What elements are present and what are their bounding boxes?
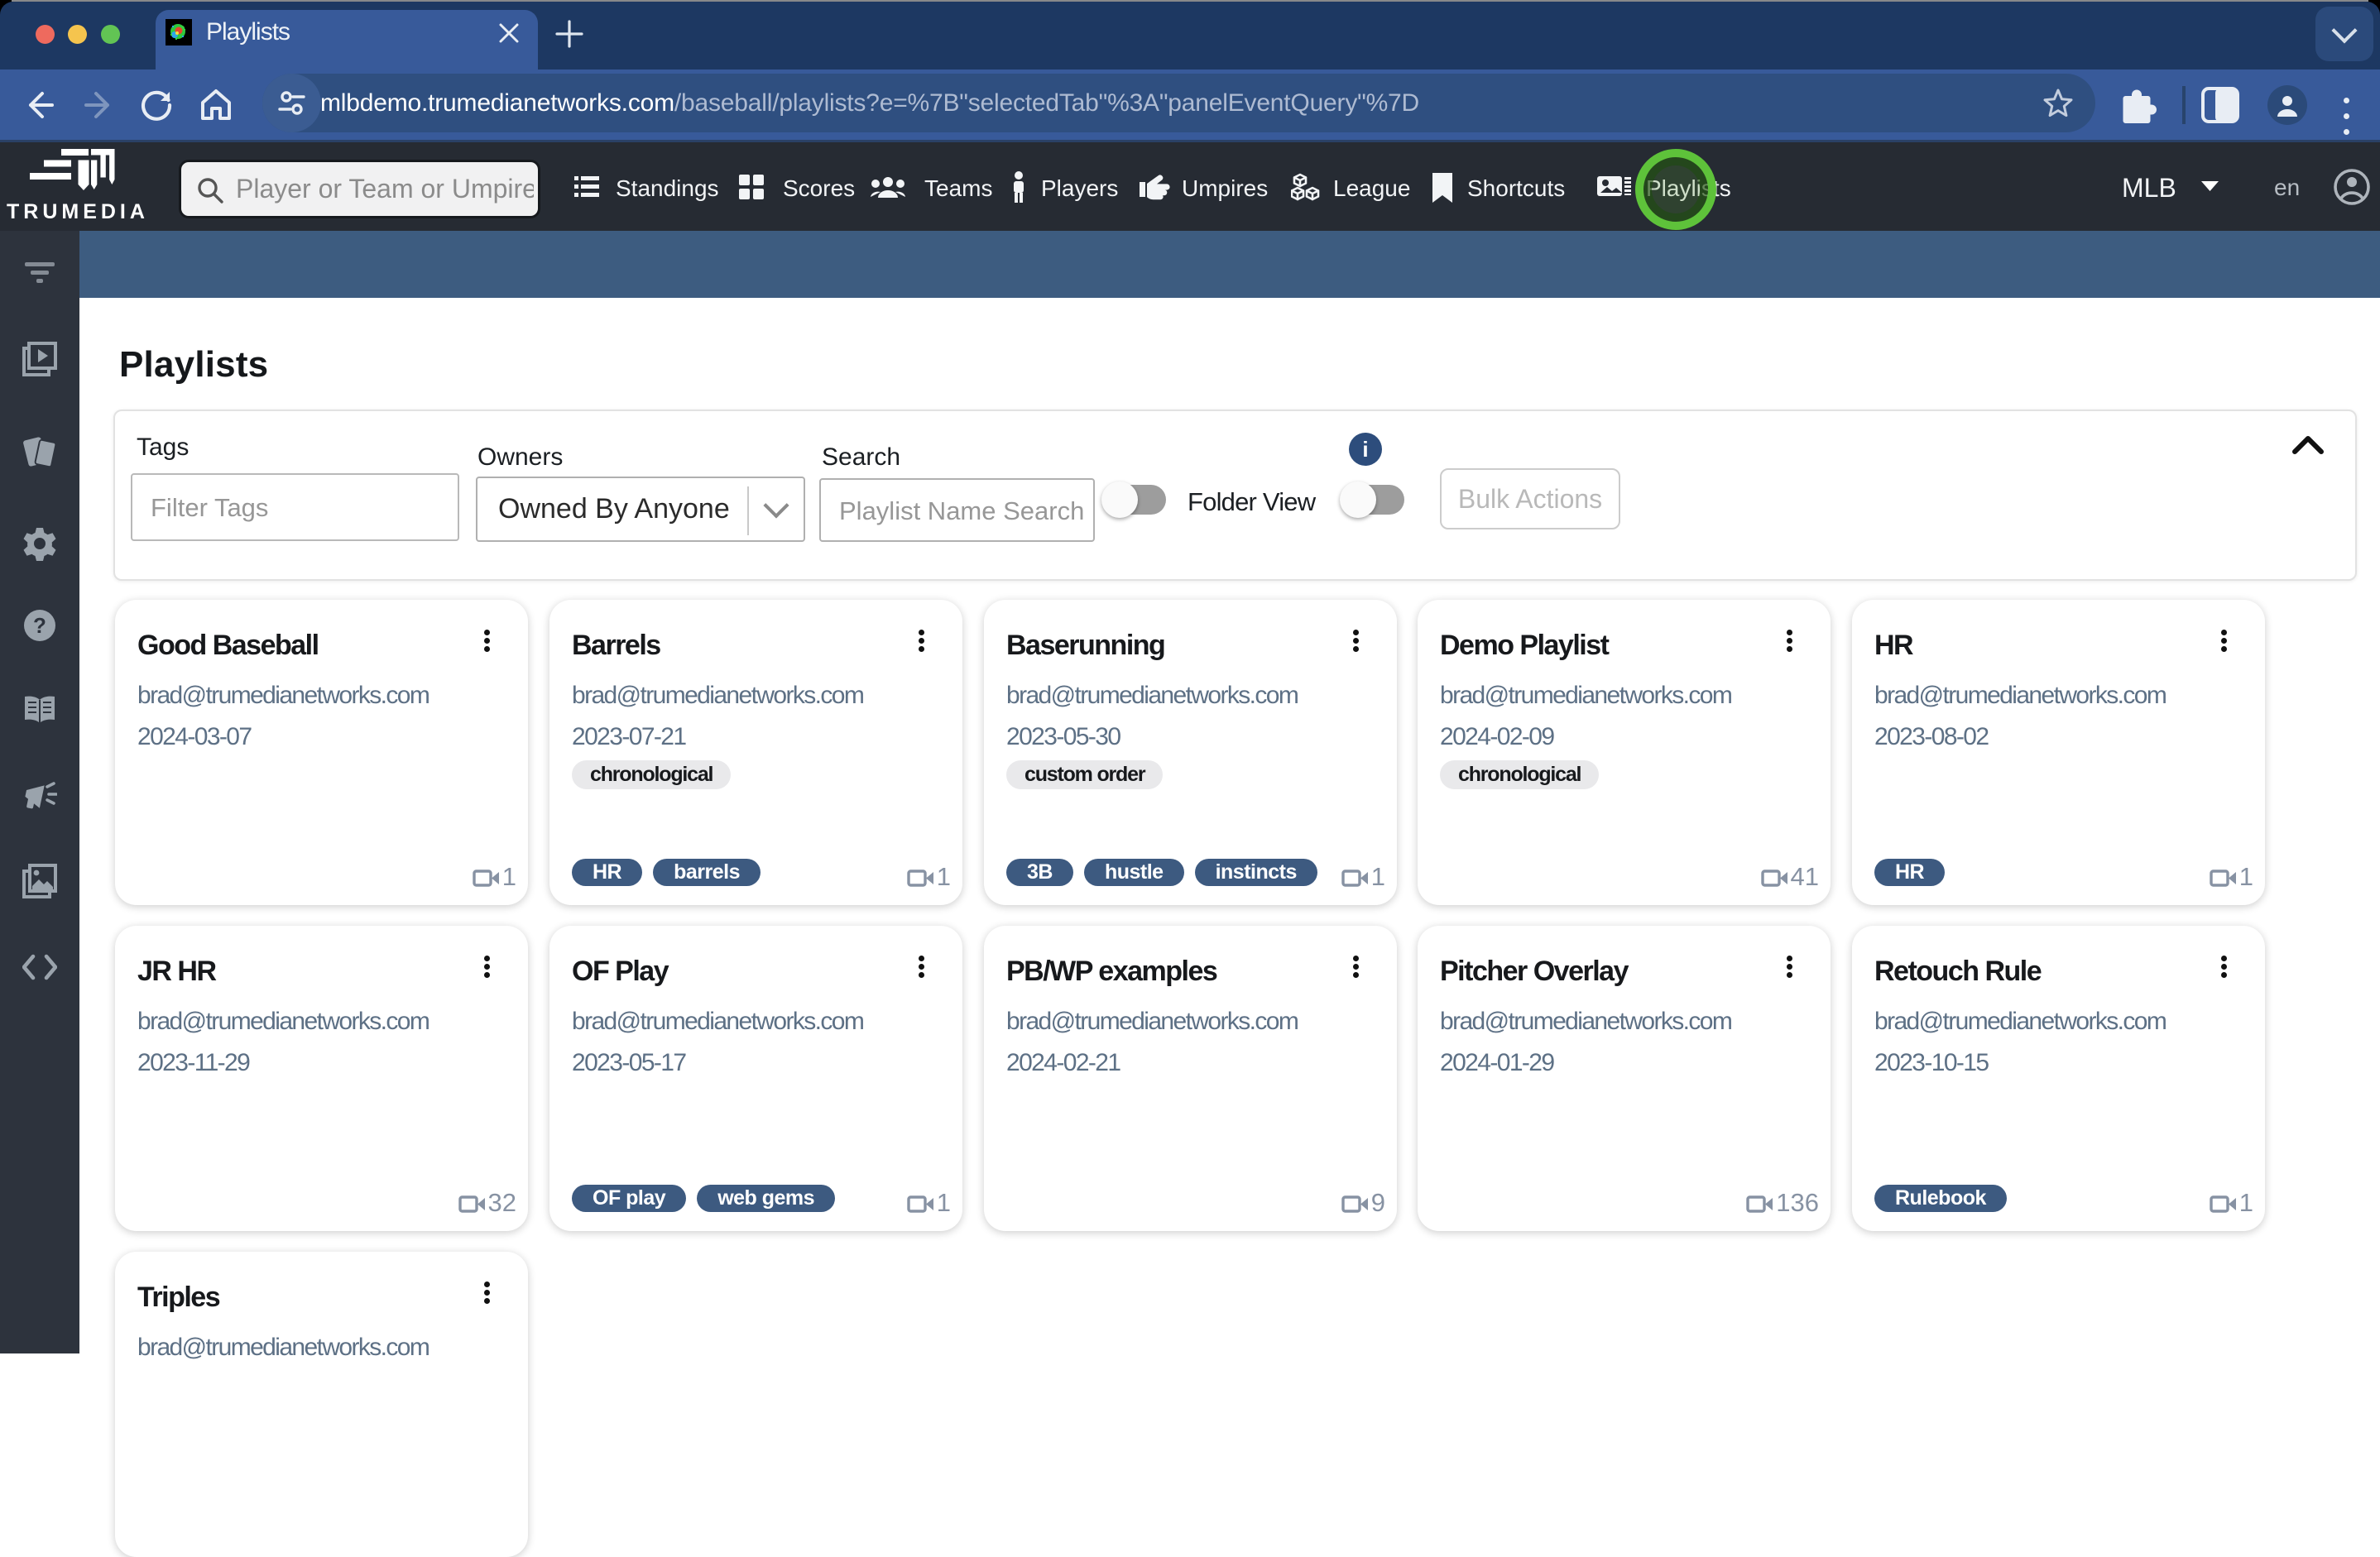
svg-text:?: ? [33,613,46,638]
